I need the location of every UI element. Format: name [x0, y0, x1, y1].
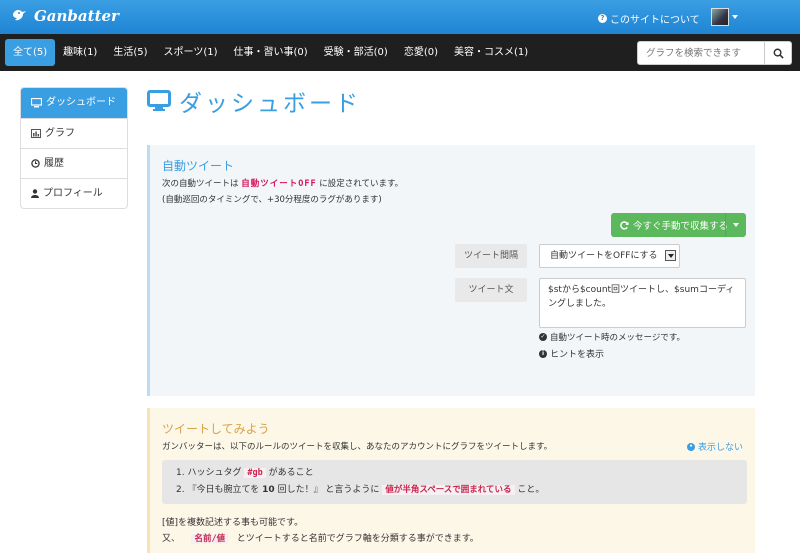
bird-logo-icon	[13, 9, 26, 21]
brand-logo[interactable]: Ganbatter	[10, 6, 119, 26]
user-icon	[31, 189, 39, 198]
category-tab-life[interactable]: 生活(5)	[105, 39, 155, 66]
sidebar-item-label: 履歴	[44, 157, 64, 169]
rule-text: 2. 『今日も腕立てを	[176, 485, 260, 495]
tweet-text-label: ツイート文	[455, 278, 527, 302]
refresh-icon	[620, 220, 629, 230]
rule-number: 10	[262, 485, 275, 495]
rule-text: 1. ハッシュタグ	[176, 468, 242, 478]
category-tab-exam[interactable]: 受験・部活(0)	[316, 39, 396, 66]
hide-link-label: 表示しない	[698, 443, 744, 453]
auto-tweet-title: 自動ツイート	[162, 159, 235, 173]
sidebar-item-label: グラフ	[45, 127, 75, 139]
tweet-text-field[interactable]: $stから$count回ツイートし、$sumコーディングしました。	[539, 278, 746, 328]
auto-tweet-status: 次の自動ツイートは 自動ツイートOFF に設定されています。	[162, 177, 403, 189]
try-tweet-description: ガンバッターは、以下のルールのツイートを収集し、あなたのアカウントにグラフをツイ…	[162, 442, 553, 452]
button-divider	[725, 213, 726, 237]
category-tab-sports[interactable]: スポーツ(1)	[156, 39, 226, 66]
rule-text: 回した！』 と言うように	[277, 485, 380, 495]
sidebar-item-label: ダッシュボード	[46, 97, 116, 108]
status-text-post: に設定されています。	[319, 179, 404, 189]
caret-down-icon[interactable]	[733, 223, 739, 227]
sidebar-item-history[interactable]: 履歴	[21, 148, 127, 178]
auto-tweet-lag-note: (自動巡回のタイミングで、+30分程度のラグがあります)	[162, 195, 382, 205]
message-hint-text: 自動ツイート時のメッセージです。	[550, 333, 685, 343]
rule-code: #gb	[244, 468, 266, 478]
collect-now-button[interactable]: 今すぐ手動で収集する	[611, 213, 746, 237]
avatar[interactable]	[711, 8, 729, 26]
search-input[interactable]	[637, 41, 765, 65]
interval-select[interactable]: 自動ツイートをOFFにする	[539, 244, 680, 268]
brand-name: Ganbatter	[34, 7, 119, 25]
dropdown-arrow-icon[interactable]	[665, 250, 676, 261]
status-keyword: 自動ツイートOFF	[241, 179, 317, 189]
top-header: Ganbatter ? このサイトについて	[0, 0, 800, 34]
sidebar-item-label: プロフィール	[43, 187, 103, 199]
try-tweet-panel: ツイートしてみよう ガンバッターは、以下のルールのツイートを収集し、あなたのアカ…	[147, 408, 755, 553]
sidebar-item-graph[interactable]: グラフ	[21, 118, 127, 148]
rules-box: 1. ハッシュタグ #gb があること 2. 『今日も腕立てを 10 回した！』…	[162, 460, 747, 504]
multi-value-note: [値]を複数記述する事も可能です。	[162, 518, 304, 528]
rule-text: があること	[268, 468, 314, 478]
show-hint-label: ヒントを表示	[550, 350, 605, 360]
rule-item-1: 1. ハッシュタグ #gb があること	[176, 465, 747, 482]
show-hint-link[interactable]: i ヒントを表示	[539, 347, 604, 360]
interval-select-value: 自動ツイートをOFFにする	[550, 251, 658, 261]
about-link-label: このサイトについて	[610, 15, 700, 26]
search-icon	[773, 48, 784, 59]
check-circle-icon: ✓	[539, 333, 547, 341]
sidebar-item-dashboard[interactable]: ダッシュボード	[21, 88, 127, 118]
clock-icon	[31, 159, 40, 168]
category-tab-all[interactable]: 全て(5)	[5, 39, 56, 66]
sidebar: ダッシュボード グラフ 履歴 プロフィール	[20, 87, 128, 209]
message-hint: ✓ 自動ツイート時のメッセージです。	[539, 331, 685, 343]
note-code: 名前/値	[191, 534, 229, 544]
name-value-note: 又、 名前/値 とツイートすると名前でグラフ軸を分類する事ができます。	[162, 531, 479, 544]
auto-tweet-panel: 自動ツイート 次の自動ツイートは 自動ツイートOFF に設定されています。 (自…	[147, 145, 755, 396]
search-button[interactable]	[765, 41, 792, 65]
monitor-icon	[147, 90, 171, 111]
interval-label: ツイート間隔	[455, 244, 527, 268]
category-tab-hobby[interactable]: 趣味(1)	[55, 39, 105, 66]
info-icon: i	[539, 349, 547, 358]
page-title: ダッシュボード	[147, 84, 361, 118]
question-icon: ?	[598, 14, 607, 23]
category-tab-work[interactable]: 仕事・習い事(0)	[225, 39, 315, 66]
monitor-icon	[31, 98, 42, 108]
category-list: 全て(5) 趣味(1) 生活(5) スポーツ(1) 仕事・習い事(0) 受験・部…	[5, 39, 536, 66]
rule-text: こと。	[517, 485, 545, 495]
note-text: 又、	[162, 534, 181, 544]
status-text-pre: 次の自動ツイートは	[162, 179, 239, 189]
note-text: とツイートすると名前でグラフ軸を分類する事ができます。	[236, 534, 479, 544]
collect-now-label: 今すぐ手動で収集する	[633, 221, 729, 232]
chart-icon	[31, 129, 41, 138]
try-tweet-title: ツイートしてみよう	[162, 422, 270, 436]
category-tab-beauty[interactable]: 美容・コスメ(1)	[446, 39, 536, 66]
page-title-text: ダッシュボード	[179, 91, 361, 117]
about-link[interactable]: ? このサイトについて	[598, 11, 700, 26]
sidebar-item-profile[interactable]: プロフィール	[21, 178, 127, 208]
rule-code: 値が半角スペースで囲まれている	[382, 485, 515, 495]
hide-link[interactable]: • 表示しない	[687, 440, 743, 453]
rule-item-2: 2. 『今日も腕立てを 10 回した！』 と言うように 値が半角スペースで囲まれ…	[176, 482, 747, 499]
circle-icon: •	[687, 442, 695, 451]
category-tab-love[interactable]: 恋愛(0)	[396, 39, 446, 66]
caret-down-icon[interactable]	[732, 15, 738, 19]
